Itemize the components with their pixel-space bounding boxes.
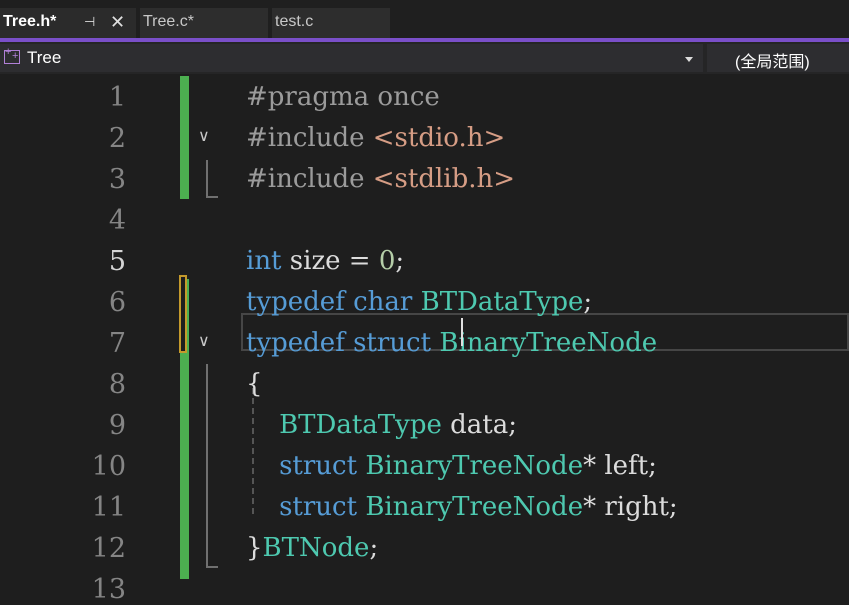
tab-label: Tree.c*: [143, 13, 194, 30]
code-line[interactable]: typedef char BTDataType;: [246, 287, 592, 317]
fold-chevron-icon[interactable]: ∨: [198, 126, 210, 146]
fold-guide-line: [206, 566, 218, 568]
project-scope-label: Tree: [27, 48, 62, 67]
code-line[interactable]: }BTNode;: [246, 533, 378, 563]
line-number: 9: [108, 410, 126, 441]
code-line[interactable]: {: [246, 369, 263, 399]
code-line[interactable]: struct BinaryTreeNode* left;: [246, 451, 657, 481]
tab-label: Tree.h*: [3, 13, 57, 30]
code-line[interactable]: #pragma once: [246, 82, 440, 112]
line-number: 7: [108, 328, 126, 359]
code-line[interactable]: #include <stdlib.h>: [246, 164, 515, 194]
line-number: 6: [108, 287, 126, 318]
code-editor[interactable]: 1 2 3 4 5 6 7 8 9 10 11 12 13 ∨ ∨ #pragma once #inclu…: [0, 74, 849, 605]
line-number: 4: [108, 205, 126, 236]
code-line[interactable]: #include <stdio.h>: [246, 123, 505, 153]
project-scope-dropdown[interactable]: Tree: [0, 44, 703, 72]
tab-label: test.c: [275, 13, 314, 30]
fold-guide-line: [206, 196, 218, 198]
tab-test-c[interactable]: test.c: [272, 8, 390, 38]
line-number: 5: [108, 246, 126, 277]
pin-icon[interactable]: ⊣: [84, 8, 95, 36]
line-number: 11: [91, 492, 126, 523]
navigation-bar: Tree (全局范围): [0, 42, 849, 74]
text-caret: [461, 318, 463, 346]
global-scope-label: (全局范围): [735, 54, 810, 71]
class-icon: [4, 46, 20, 64]
code-line[interactable]: struct BinaryTreeNode* right;: [246, 492, 678, 522]
tab-bar: Tree.h* ⊣ ✕ Tree.c* test.c: [0, 0, 849, 40]
line-number: 2: [108, 123, 126, 154]
code-line[interactable]: typedef struct BinaryTreeNode: [246, 328, 657, 358]
line-number: 8: [108, 369, 126, 400]
line-number: 3: [108, 164, 126, 195]
code-line[interactable]: BTDataType data;: [246, 410, 517, 440]
line-number: 1: [108, 82, 126, 113]
tab-tree-h[interactable]: Tree.h* ⊣ ✕: [0, 8, 136, 38]
close-icon[interactable]: ✕: [110, 8, 125, 36]
line-number: 10: [91, 451, 126, 482]
unsaved-change-marker: [179, 275, 187, 353]
fold-chevron-icon[interactable]: ∨: [198, 331, 210, 351]
code-line[interactable]: int size = 0;: [246, 246, 404, 276]
chevron-down-icon[interactable]: [685, 57, 693, 62]
line-number: 12: [91, 533, 126, 564]
fold-guide-line: [206, 364, 208, 568]
tab-tree-c[interactable]: Tree.c*: [140, 8, 268, 38]
global-scope-dropdown[interactable]: (全局范围): [707, 44, 849, 72]
fold-guide-line: [206, 160, 208, 198]
saved-change-bar: [180, 76, 189, 199]
